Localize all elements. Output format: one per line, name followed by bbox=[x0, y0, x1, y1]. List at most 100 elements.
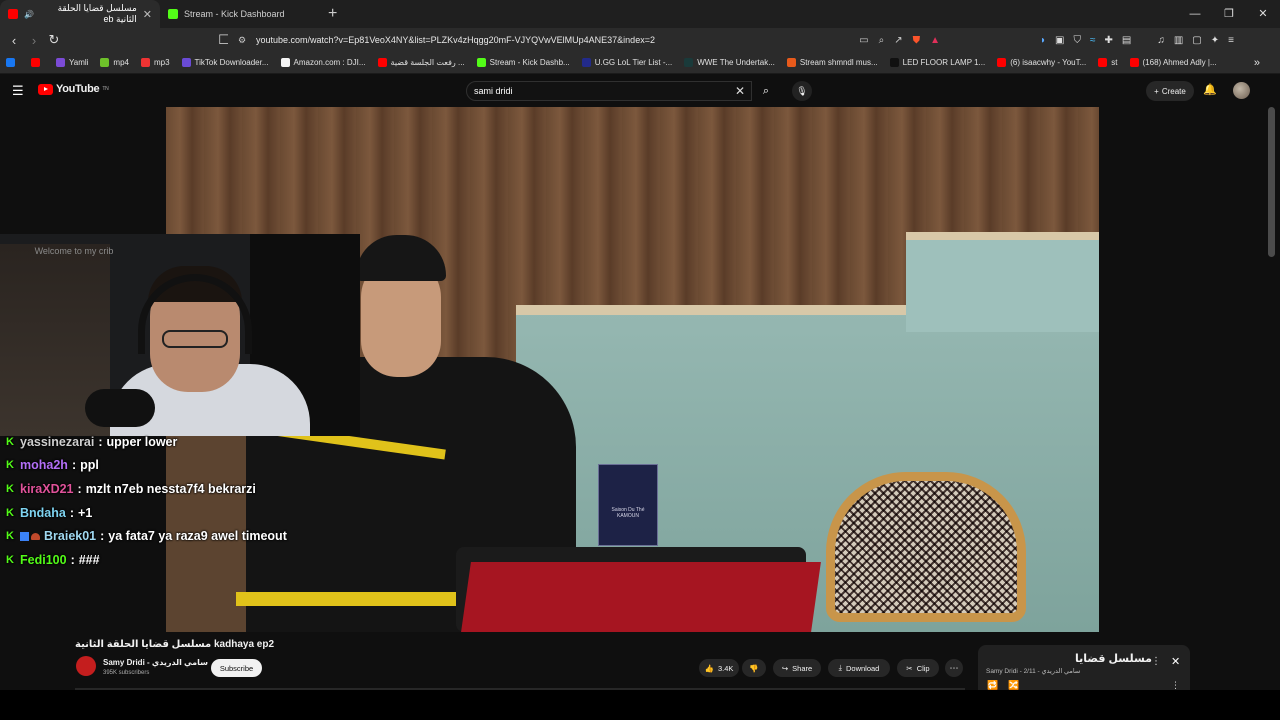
playlist-menu-icon[interactable]: ⋮ bbox=[1151, 656, 1161, 667]
media-control-icon[interactable]: ♫ bbox=[1157, 35, 1165, 46]
new-tab-button[interactable]: + bbox=[328, 5, 337, 23]
dislike-button[interactable]: 👎 bbox=[742, 659, 766, 677]
bookmark-label: Stream shmndl mus... bbox=[799, 58, 878, 67]
bookmark-item[interactable]: U.GG LoL Tier List -... bbox=[581, 58, 672, 67]
playlist-close-icon[interactable]: ✕ bbox=[1171, 655, 1180, 668]
chat-separator: : bbox=[100, 529, 105, 544]
hamburger-menu-icon[interactable]: ☰ bbox=[12, 83, 24, 99]
bookmark-item[interactable] bbox=[6, 58, 19, 67]
zoom-icon[interactable]: ⌕ bbox=[879, 35, 885, 46]
create-button[interactable]: + Create bbox=[1146, 81, 1194, 101]
bookmark-label: Stream - Kick Dashb... bbox=[489, 58, 570, 67]
bookmark-item[interactable]: WWE The Undertak... bbox=[684, 58, 775, 67]
speaker-icon[interactable]: 🔊 bbox=[24, 10, 34, 19]
menu-icon[interactable]: ≡ bbox=[1228, 35, 1234, 46]
playlist-title[interactable]: مسلسل قضايا bbox=[1075, 652, 1152, 665]
audio-extension-icon[interactable]: ◗ bbox=[1040, 35, 1046, 46]
download-label: Download bbox=[845, 663, 880, 673]
search-button[interactable]: ⌕ bbox=[752, 81, 780, 101]
reading-list-icon[interactable]: ▥ bbox=[1174, 35, 1183, 46]
chat-separator: : bbox=[98, 434, 103, 449]
notifications-bell-icon[interactable]: 🔔 bbox=[1203, 83, 1217, 96]
chat-username[interactable]: kiraXD21 bbox=[20, 482, 74, 496]
channel-name[interactable]: Samy Dridi - سامي الدريدي bbox=[103, 658, 208, 667]
bookmark-item[interactable]: st bbox=[1098, 58, 1118, 67]
clip-label: Clip bbox=[916, 663, 930, 673]
browser-tab-kick[interactable]: Stream - Kick Dashboard bbox=[160, 0, 320, 28]
bookmark-item[interactable]: mp3 bbox=[140, 58, 170, 67]
bookmark-item[interactable]: Amazon.com : DJI... bbox=[280, 58, 366, 67]
clip-button[interactable]: ✂ Clip bbox=[897, 659, 939, 677]
account-avatar[interactable] bbox=[1233, 82, 1250, 99]
search-input[interactable]: sami dridi ✕ bbox=[466, 81, 752, 101]
bookmark-favicon-icon bbox=[6, 58, 15, 67]
bookmark-item[interactable]: LED FLOOR LAMP 1... bbox=[889, 58, 985, 67]
bookmark-item[interactable] bbox=[31, 58, 44, 67]
voice-search-button[interactable]: 🎙 bbox=[792, 81, 812, 101]
video-tablecloth bbox=[461, 562, 821, 632]
share-button[interactable]: ↪ Share bbox=[773, 659, 821, 677]
leo-ai-icon[interactable]: ✦ bbox=[1211, 35, 1219, 46]
bookmark-item[interactable]: رفعت الجلسة قضية ... bbox=[377, 58, 465, 67]
address-bar[interactable]: ⚙ youtube.com/watch?v=Ep81VeoX4NY&list=P… bbox=[228, 30, 948, 50]
thumbs-up-icon: 👍 bbox=[704, 663, 714, 673]
chat-username[interactable]: Bndaha bbox=[20, 506, 66, 520]
subscribe-button[interactable]: Subscribe bbox=[211, 659, 262, 677]
bookmark-item[interactable]: (168) Ahmed Adly |... bbox=[1129, 58, 1217, 67]
bookmark-label: mp3 bbox=[153, 58, 170, 67]
bookmark-item[interactable]: mp4 bbox=[100, 58, 129, 67]
like-button[interactable]: 👍 3.4K bbox=[699, 659, 739, 677]
youtube-logo[interactable]: YouTube TN bbox=[38, 83, 109, 95]
site-info-icon[interactable]: ⚙ bbox=[238, 35, 246, 46]
bookmark-item[interactable]: Stream shmndl mus... bbox=[786, 58, 878, 67]
translate-extension-icon[interactable]: ≈ bbox=[1090, 35, 1096, 46]
sidebar-extension-icon[interactable]: ▤ bbox=[1122, 35, 1131, 46]
bookmark-label: mp4 bbox=[113, 58, 129, 67]
webcam-overlay: Welcome to my crib bbox=[0, 234, 360, 436]
channel-avatar[interactable] bbox=[76, 656, 96, 676]
forward-icon[interactable]: › bbox=[24, 33, 44, 48]
bookmark-item[interactable]: (6) isaacwhy - YouT... bbox=[997, 58, 1086, 67]
download-button[interactable]: ⤓ Download bbox=[828, 659, 890, 677]
like-count: 3.4K bbox=[717, 663, 734, 673]
minimize-icon[interactable]: — bbox=[1178, 0, 1212, 28]
clear-search-icon[interactable]: ✕ bbox=[735, 84, 745, 98]
close-tab-icon[interactable]: ✕ bbox=[143, 8, 152, 21]
extension-icon[interactable]: ▣ bbox=[1055, 35, 1064, 46]
url-text: youtube.com/watch?v=Ep81VeoX4NY&list=PLZ… bbox=[256, 35, 655, 45]
bookmark-item[interactable]: Yamli bbox=[56, 58, 88, 67]
kick-logo-icon: K bbox=[6, 482, 14, 495]
reload-icon[interactable]: ↻ bbox=[44, 32, 64, 48]
chat-message: K Bndaha: +1 bbox=[0, 501, 360, 525]
restore-icon[interactable]: ❐ bbox=[1212, 0, 1246, 28]
bookmark-item[interactable]: TikTok Downloader... bbox=[181, 58, 269, 67]
bookmark-label: (6) isaacwhy - YouT... bbox=[1010, 58, 1087, 67]
bookmark-favicon-icon bbox=[56, 58, 65, 67]
chat-username[interactable]: Braiek01 bbox=[44, 529, 96, 543]
wallet-icon[interactable]: ▢ bbox=[1192, 35, 1201, 46]
scissors-icon: ✂ bbox=[906, 663, 913, 673]
brave-rewards-icon[interactable]: ▲ bbox=[930, 35, 940, 46]
chat-text: ### bbox=[78, 552, 100, 567]
more-actions-icon[interactable]: ⋯ bbox=[945, 659, 963, 677]
brave-shield-icon[interactable]: ⛊ bbox=[913, 35, 921, 46]
shield-extension-icon[interactable]: ⛉ bbox=[1074, 35, 1082, 46]
more-bookmarks-icon[interactable]: » bbox=[1254, 57, 1260, 69]
bookmark-favicon-icon bbox=[1129, 58, 1139, 67]
chat-text: upper lower bbox=[106, 434, 178, 449]
chat-username[interactable]: Fedi100 bbox=[20, 553, 67, 567]
back-icon[interactable]: ‹ bbox=[4, 33, 24, 48]
chat-username[interactable]: moha2h bbox=[20, 458, 68, 472]
youtube-play-icon bbox=[38, 83, 53, 95]
chat-message: Kmoha2h: ppl bbox=[0, 454, 360, 478]
bookmark-favicon-icon bbox=[997, 58, 1007, 67]
share-page-icon[interactable]: ↗ bbox=[894, 35, 902, 46]
chat-username[interactable]: yassinezarai bbox=[20, 435, 94, 449]
cast-icon[interactable]: ▭ bbox=[859, 35, 868, 46]
close-window-icon[interactable]: ✕ bbox=[1246, 0, 1280, 28]
chat-separator: : bbox=[69, 505, 75, 520]
page-scrollbar[interactable] bbox=[1268, 107, 1275, 257]
puzzle-extension-icon[interactable]: ✚ bbox=[1105, 35, 1113, 46]
browser-tab-youtube[interactable]: 🔊 مسلسل قضايا الحلقة الثانية eb ✕ bbox=[0, 0, 160, 28]
bookmark-item[interactable]: Stream - Kick Dashb... bbox=[476, 58, 570, 67]
